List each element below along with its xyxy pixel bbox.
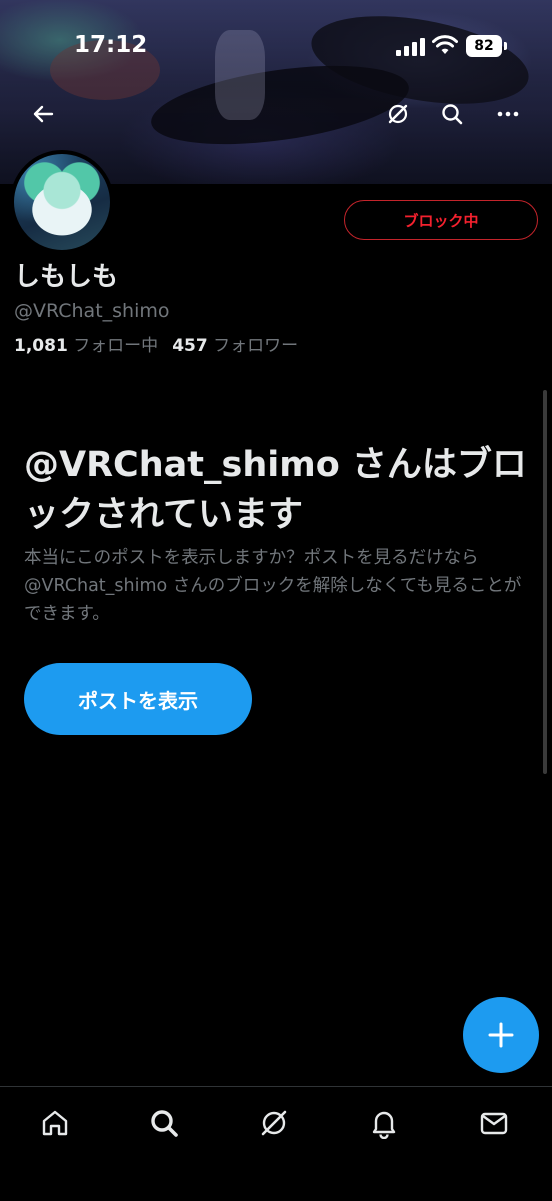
status-bar: 17:12 82 (0, 30, 552, 64)
messages-envelope-icon[interactable] (474, 1103, 514, 1143)
blocked-description: 本当にこのポストを表示しますか？ポストを見るだけなら @VRChat_shimo… (24, 548, 522, 624)
home-icon[interactable] (35, 1103, 75, 1143)
more-icon[interactable] (490, 96, 526, 132)
follow-stats: 1,081 フォロー中 457 フォロワー (14, 331, 298, 356)
view-posts-button[interactable]: ポストを表示 (24, 663, 252, 735)
search-icon[interactable] (434, 96, 470, 132)
followers-count: 457 (172, 336, 208, 356)
followers-label: フォロワー (213, 336, 299, 356)
search-icon[interactable] (144, 1103, 184, 1143)
grok-icon[interactable] (380, 96, 416, 132)
following-label: フォロー中 (73, 336, 159, 356)
compose-post-button[interactable] (463, 997, 539, 1073)
wifi-icon (432, 35, 458, 54)
scrollbar[interactable] (543, 390, 547, 774)
battery-icon: 82 (466, 35, 507, 57)
blocked-title: @VRChat_shimo さんはブロックされています (24, 445, 527, 535)
status-time: 17:12 (74, 32, 148, 58)
back-arrow-icon[interactable] (25, 96, 61, 132)
notifications-bell-icon[interactable] (364, 1103, 404, 1143)
following-link[interactable]: 1,081 フォロー中 (14, 336, 158, 356)
grok-icon[interactable] (254, 1103, 294, 1143)
signal-icon (396, 38, 426, 56)
display-name: しもしも (14, 262, 119, 292)
bottom-tab-bar (0, 1086, 552, 1201)
blocked-button[interactable]: ブロック中 (344, 200, 538, 240)
user-handle: @VRChat_shimo (14, 300, 170, 322)
plus-icon (488, 1022, 514, 1048)
followers-link[interactable]: 457 フォロワー (172, 336, 298, 356)
following-count: 1,081 (14, 336, 68, 356)
avatar[interactable] (10, 150, 114, 254)
